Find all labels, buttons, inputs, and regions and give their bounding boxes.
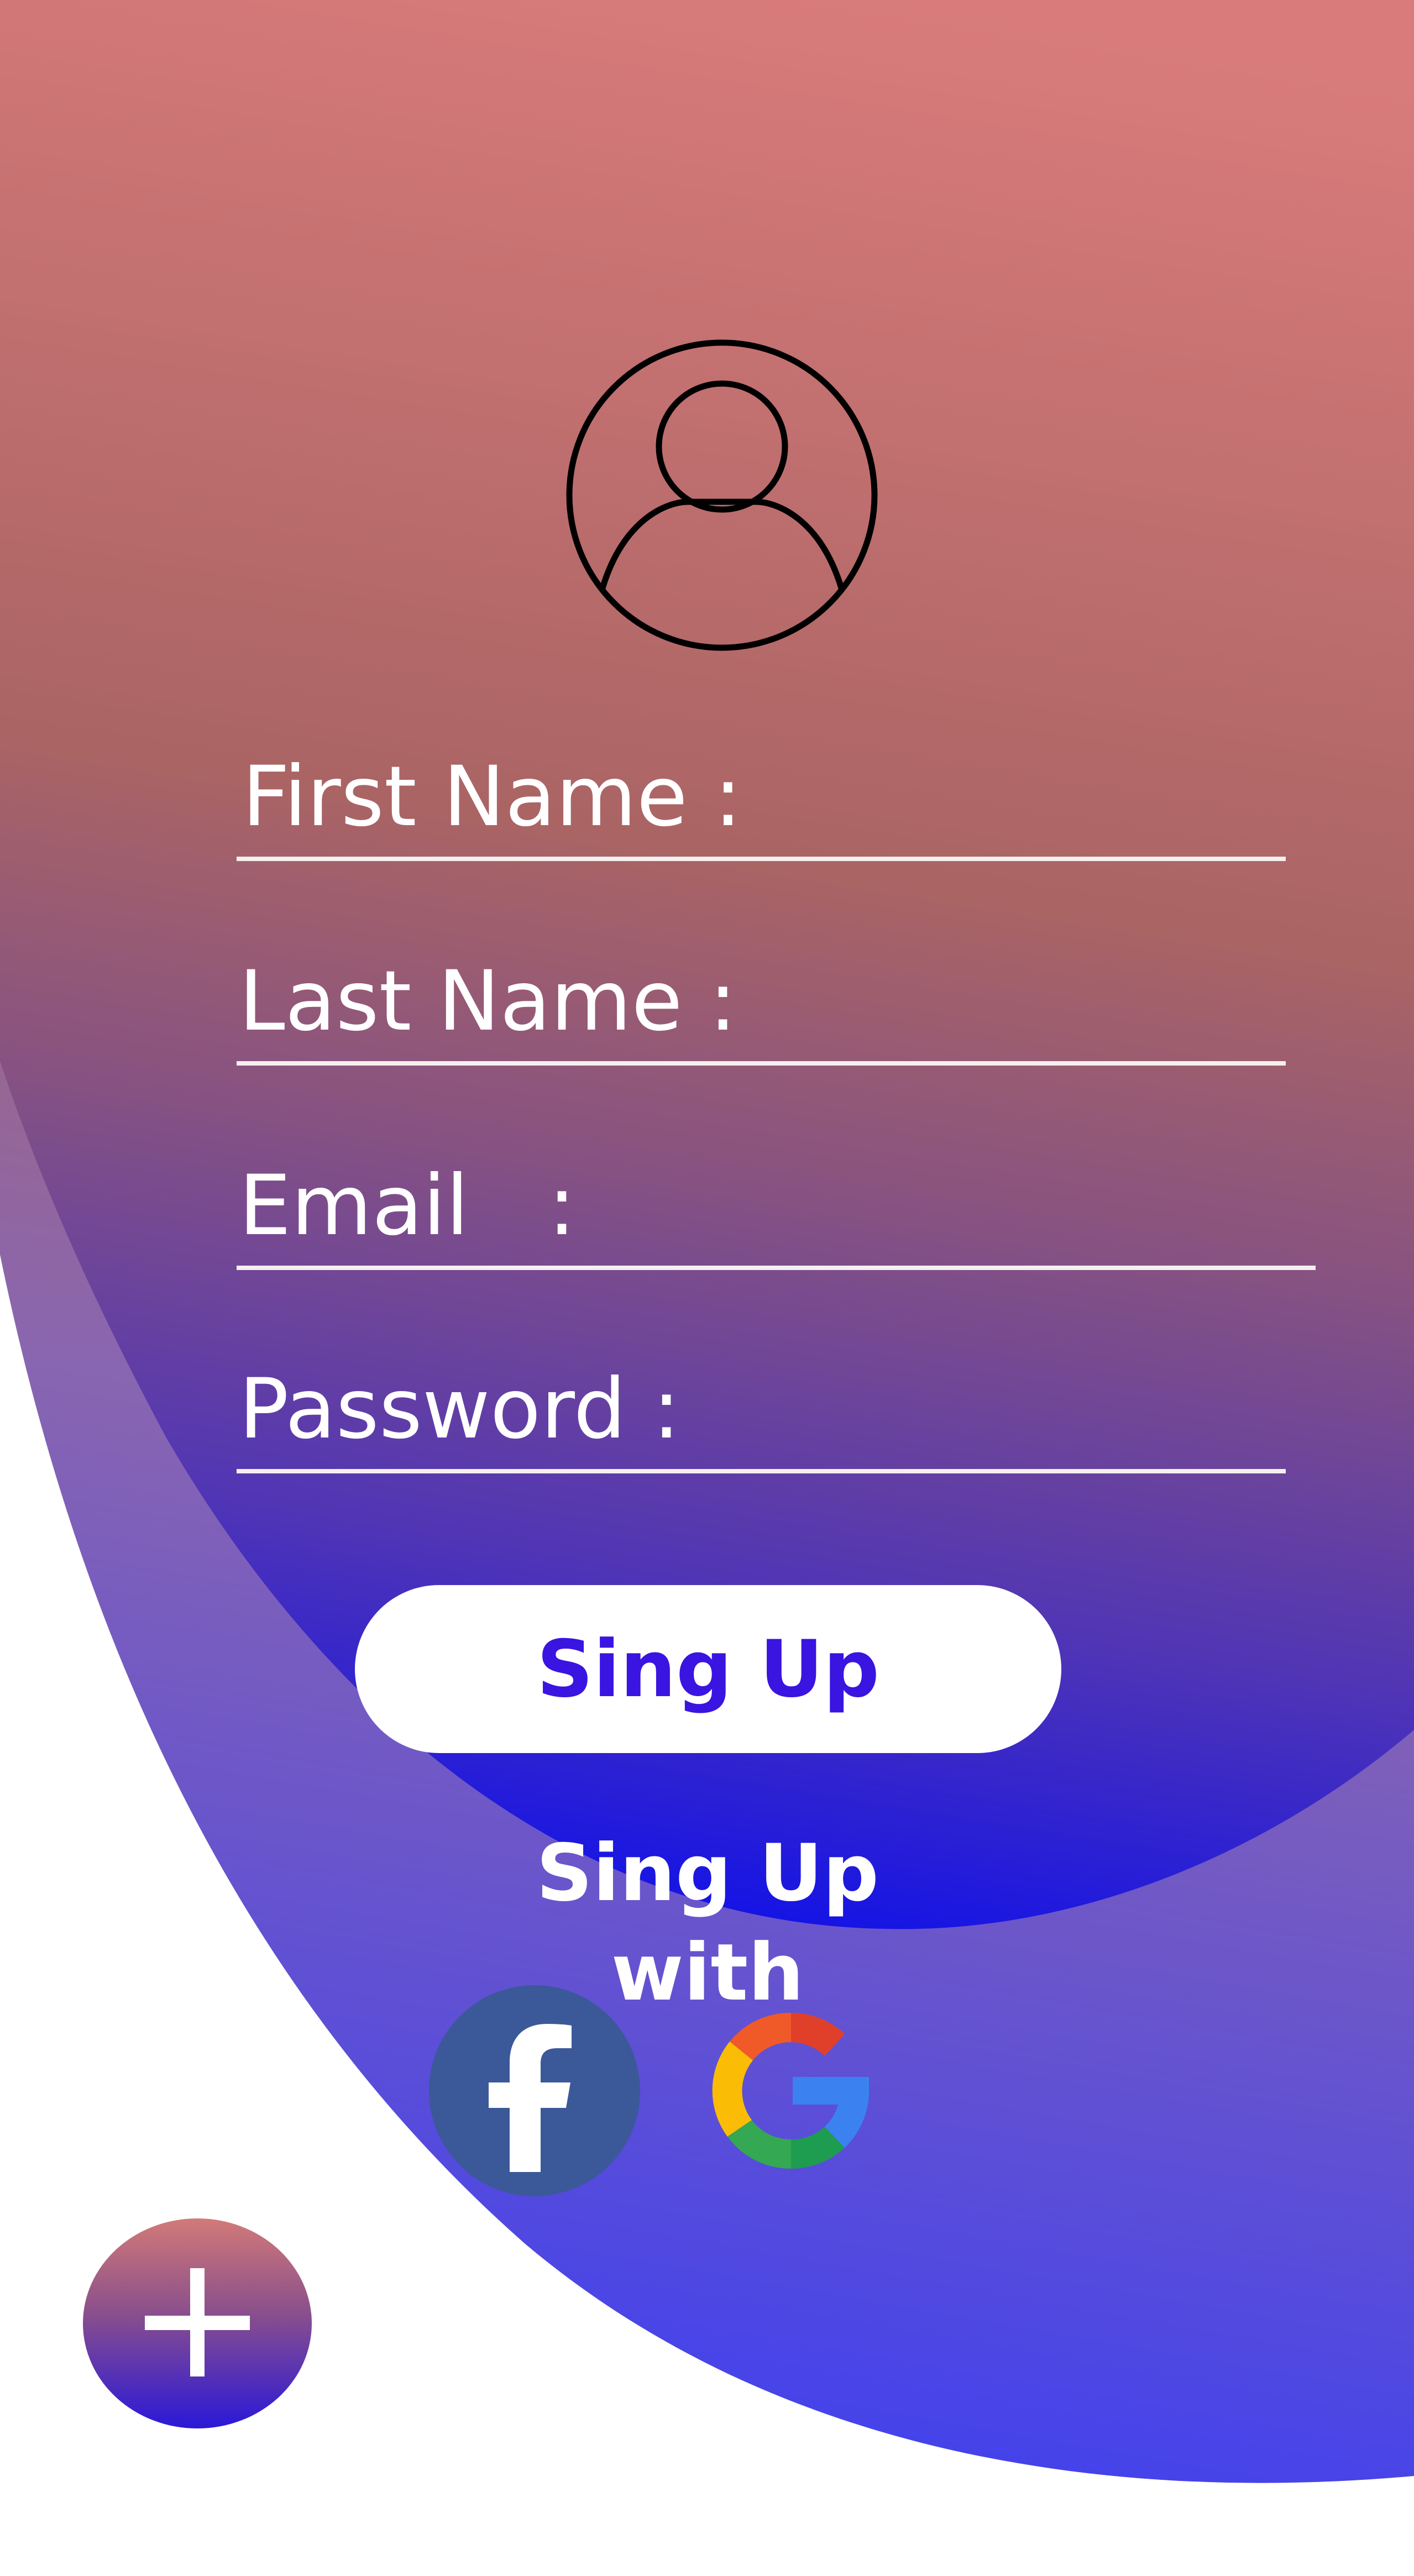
password-field[interactable]: Password : — [237, 1354, 1287, 1481]
first-name-label: First Name : — [242, 749, 742, 845]
first-name-underline — [237, 857, 1286, 861]
last-name-field[interactable]: Last Name : — [237, 946, 1287, 1073]
last-name-underline — [237, 1061, 1286, 1066]
email-label: Email : — [239, 1158, 576, 1254]
last-name-label: Last Name : — [239, 953, 737, 1050]
user-avatar-icon[interactable] — [563, 336, 881, 654]
email-underline — [237, 1266, 1316, 1270]
signup-button[interactable]: Sing Up — [355, 1585, 1061, 1753]
first-name-field[interactable]: First Name : — [237, 742, 1287, 869]
password-label: Password : — [239, 1361, 680, 1457]
password-underline — [237, 1469, 1286, 1473]
add-button[interactable] — [83, 2218, 312, 2428]
facebook-icon[interactable] — [429, 1985, 640, 2196]
email-field[interactable]: Email : — [237, 1151, 1316, 1278]
google-icon[interactable] — [705, 2005, 877, 2176]
